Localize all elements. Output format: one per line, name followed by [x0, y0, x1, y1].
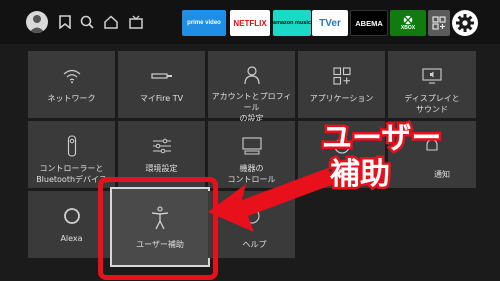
display-sound-icon [421, 65, 443, 87]
settings-tile-label: 通知 [434, 170, 450, 179]
apps-grid-icon [432, 16, 446, 30]
app-amazon-music[interactable]: amazon music [273, 10, 311, 36]
settings-tile-label: 環境設定 [145, 164, 178, 173]
annotation-line-1: ユーザー [319, 119, 443, 158]
app-xbox-label: XBOX [400, 25, 416, 31]
top-navigation-bar: prime video NETFLIX amazon music TVer AB… [0, 0, 500, 44]
settings-gear-button[interactable] [452, 10, 478, 36]
account-icon [241, 65, 263, 85]
app-abema-label: ABEMA [355, 18, 383, 28]
home-icon[interactable] [101, 12, 121, 32]
app-tver[interactable]: TVer [312, 10, 348, 36]
settings-tile-network[interactable]: ネットワーク [28, 51, 115, 118]
app-xbox[interactable]: XBOX [390, 10, 426, 36]
live-tv-icon[interactable] [126, 12, 146, 32]
settings-tile-label: ディスプレイと サウンド [404, 94, 460, 114]
gear-icon [456, 14, 474, 32]
settings-tile-label: アプリケーション [309, 94, 374, 103]
settings-tile-account-profile[interactable]: アカウントとプロフィール の設定 [208, 51, 295, 123]
search-icon[interactable] [77, 12, 97, 32]
bookmark-icon[interactable] [55, 12, 75, 32]
app-prime-video[interactable]: prime video [182, 10, 226, 36]
pointer-arrow-icon [208, 168, 334, 232]
profile-icon[interactable] [26, 11, 48, 33]
remote-controller-icon [61, 135, 83, 157]
settings-tile-label: ネットワーク [47, 94, 96, 103]
app-netflix-label: NETFLIX [233, 18, 267, 28]
xbox-logo-icon [403, 15, 413, 25]
fire-tv-stick-icon [150, 65, 173, 87]
annotation-line-2: 補助 [328, 155, 393, 194]
settings-tile-display-sound[interactable]: ディスプレイと サウンド [388, 51, 476, 118]
settings-tile-my-fire-tv[interactable]: マイFire TV [118, 51, 205, 118]
app-abema[interactable]: ABEMA [350, 10, 388, 36]
app-amazon-music-label: amazon music [273, 20, 311, 26]
settings-tile-label: Alexa [60, 234, 83, 243]
wifi-icon [61, 65, 83, 87]
settings-tile-label: ヘルプ [242, 240, 267, 249]
app-tver-label: TVer [319, 17, 341, 29]
settings-tile-label: コントローラーと Bluetoothデバイス [36, 164, 107, 184]
settings-tile-applications[interactable]: アプリケーション [298, 51, 385, 118]
app-netflix[interactable]: NETFLIX [230, 10, 270, 36]
sliders-icon [151, 135, 173, 157]
app-prime-video-label: prime video [187, 20, 221, 26]
alexa-icon [61, 205, 83, 227]
apps-grid-icon [331, 65, 353, 87]
settings-tile-label: アカウントとプロフィール の設定 [211, 92, 292, 123]
all-apps-button[interactable] [428, 10, 450, 36]
settings-tile-label: マイFire TV [139, 94, 184, 103]
